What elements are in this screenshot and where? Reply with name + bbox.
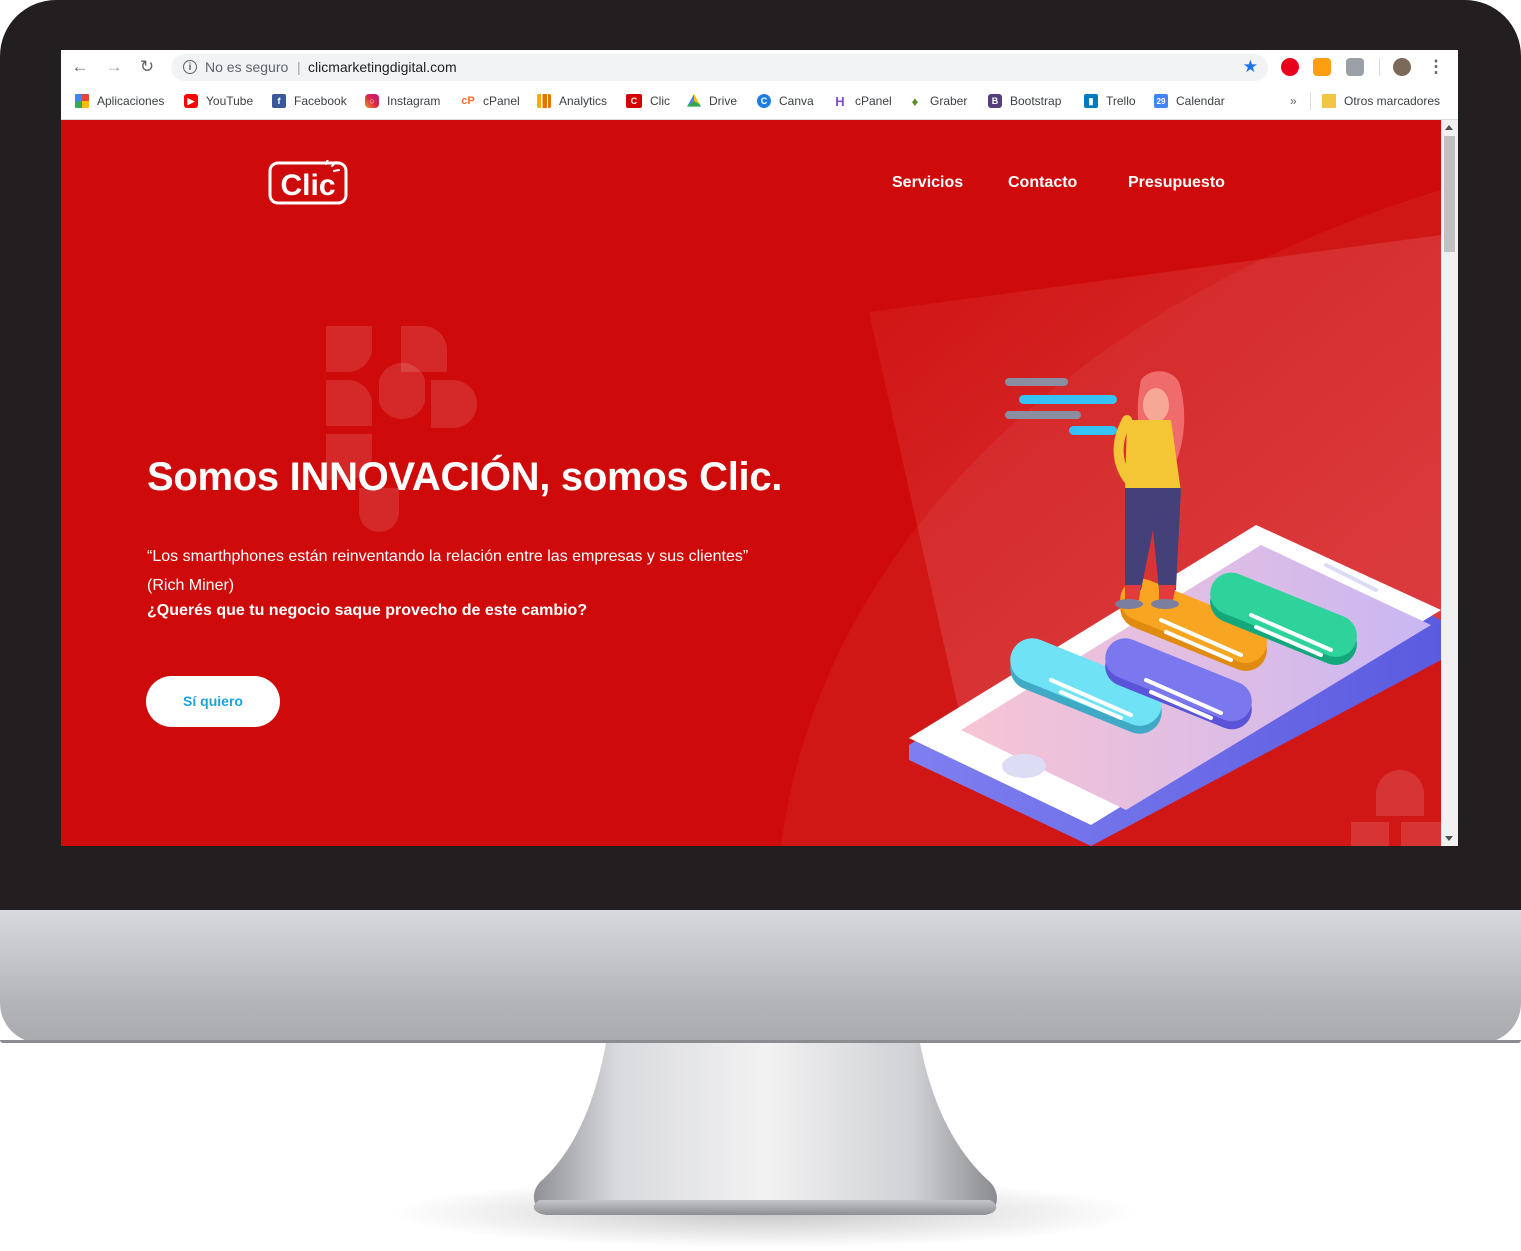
other-bookmarks-folder[interactable]: Otros marcadores bbox=[1322, 93, 1440, 109]
calendar-icon: 29 bbox=[1154, 94, 1168, 108]
opera-extension-icon[interactable] bbox=[1281, 58, 1299, 76]
avatar[interactable] bbox=[1393, 58, 1411, 76]
bookmark-label: cPanel bbox=[483, 94, 520, 108]
scroll-thumb[interactable] bbox=[1444, 136, 1455, 252]
bookmark-drive[interactable]: Drive bbox=[687, 93, 737, 109]
bookmark-trello[interactable]: ▮ Trello bbox=[1084, 93, 1136, 109]
bookmarks-overflow-button[interactable]: » bbox=[1290, 93, 1297, 109]
bookmark-graber[interactable]: ♦ Graber bbox=[908, 93, 968, 109]
browser-window: ← → ↻ i No es seguro | clicmarketingdigi… bbox=[61, 50, 1458, 846]
url-text[interactable]: clicmarketingdigital.com bbox=[308, 59, 457, 75]
security-label[interactable]: No es seguro bbox=[205, 59, 288, 75]
shopping-extension-icon[interactable] bbox=[1313, 58, 1331, 76]
bookmark-facebook[interactable]: f Facebook bbox=[272, 93, 347, 109]
instagram-icon: ○ bbox=[365, 94, 379, 108]
browser-toolbar: ← → ↻ i No es seguro | clicmarketingdigi… bbox=[61, 50, 1458, 84]
trello-icon: ▮ bbox=[1084, 94, 1098, 108]
bookmark-youtube[interactable]: ▶ YouTube bbox=[184, 93, 253, 109]
petal-watermark bbox=[326, 326, 477, 532]
bookmark-instagram[interactable]: ○ Instagram bbox=[365, 93, 440, 109]
drive-icon bbox=[687, 94, 701, 107]
bookmark-label: YouTube bbox=[206, 94, 254, 108]
puzzle-extension-icon[interactable] bbox=[1346, 58, 1364, 76]
bookmark-label: Aplicaciones bbox=[97, 94, 165, 108]
bookmark-label: Graber bbox=[930, 94, 968, 108]
bookmark-calendar[interactable]: 29 Calendar bbox=[1154, 93, 1225, 109]
bookmark-label: Canva bbox=[779, 94, 814, 108]
youtube-icon: ▶ bbox=[184, 94, 198, 108]
facebook-icon: f bbox=[272, 94, 286, 108]
page-scrollbar[interactable] bbox=[1441, 120, 1458, 846]
bookmark-cpanel[interactable]: cP cPanel bbox=[461, 93, 520, 109]
bookmark-cpanel-hosting[interactable]: H cPanel bbox=[833, 93, 892, 109]
cpanel-icon: cP bbox=[461, 95, 475, 107]
bookmark-analytics[interactable]: Analytics bbox=[537, 93, 607, 109]
info-icon[interactable]: i bbox=[183, 60, 197, 74]
si-quiero-button[interactable]: Sí quiero bbox=[146, 676, 280, 727]
hero-headline: Somos INNOVACIÓN, somos Clic. bbox=[147, 455, 783, 499]
bookmark-clic[interactable]: C Clic bbox=[626, 93, 670, 109]
clic-logo[interactable]: Clic bbox=[268, 160, 348, 206]
bookmark-label: Calendar bbox=[1176, 94, 1225, 108]
canva-icon: C bbox=[757, 94, 771, 108]
nav-servicios[interactable]: Servicios bbox=[892, 174, 963, 192]
address-bar[interactable]: i No es seguro | clicmarketingdigital.co… bbox=[171, 54, 1268, 81]
hero-question: ¿Querés que tu negocio saque provecho de… bbox=[147, 602, 588, 619]
nav-presupuesto[interactable]: Presupuesto bbox=[1128, 174, 1225, 192]
bookmark-canva[interactable]: C Canva bbox=[757, 93, 814, 109]
bookmark-label: cPanel bbox=[855, 94, 892, 108]
bootstrap-icon: B bbox=[988, 94, 1002, 108]
bookmark-aplicaciones[interactable]: Aplicaciones bbox=[75, 93, 164, 109]
bookmark-star-icon[interactable]: ★ bbox=[1243, 57, 1258, 77]
folder-icon bbox=[1322, 94, 1336, 108]
bookmark-label: Analytics bbox=[559, 94, 608, 108]
toolbar-divider bbox=[1379, 58, 1380, 76]
analytics-icon bbox=[537, 94, 551, 108]
other-bookmarks-label: Otros marcadores bbox=[1344, 94, 1441, 108]
clic-icon: C bbox=[626, 94, 642, 108]
scroll-down-arrow-icon[interactable] bbox=[1445, 836, 1453, 841]
bookmark-label: Trello bbox=[1106, 94, 1136, 108]
reload-icon[interactable]: ↻ bbox=[136, 56, 158, 78]
address-separator: | bbox=[297, 59, 301, 75]
bookmarks-divider bbox=[1310, 92, 1311, 110]
bookmark-label: Drive bbox=[709, 94, 738, 108]
logo-text: Clic bbox=[280, 169, 335, 202]
website-hero: Clic Servicios Contacto Presupuesto Somo… bbox=[61, 120, 1441, 846]
bookmark-label: Facebook bbox=[294, 94, 347, 108]
scroll-up-arrow-icon[interactable] bbox=[1445, 125, 1453, 130]
bookmarks-bar: Aplicaciones ▶ YouTube f Facebook ○ Inst… bbox=[61, 84, 1458, 120]
graber-icon: ♦ bbox=[911, 93, 919, 109]
cpanel-h-icon: H bbox=[835, 93, 845, 109]
nav-contacto[interactable]: Contacto bbox=[1008, 174, 1077, 192]
back-arrow-icon[interactable]: ← bbox=[69, 56, 91, 78]
forward-arrow-icon[interactable]: → bbox=[103, 56, 125, 78]
menu-dots-icon[interactable]: ⋮ bbox=[1425, 56, 1447, 78]
bookmark-bootstrap[interactable]: B Bootstrap bbox=[988, 93, 1061, 109]
bookmark-label: Clic bbox=[650, 94, 670, 108]
hero-quote: “Los smarthphones están reinventando la … bbox=[147, 548, 749, 594]
apps-grid-icon bbox=[75, 94, 89, 108]
bookmark-label: Bootstrap bbox=[1010, 94, 1062, 108]
bookmark-label: Instagram bbox=[387, 94, 441, 108]
